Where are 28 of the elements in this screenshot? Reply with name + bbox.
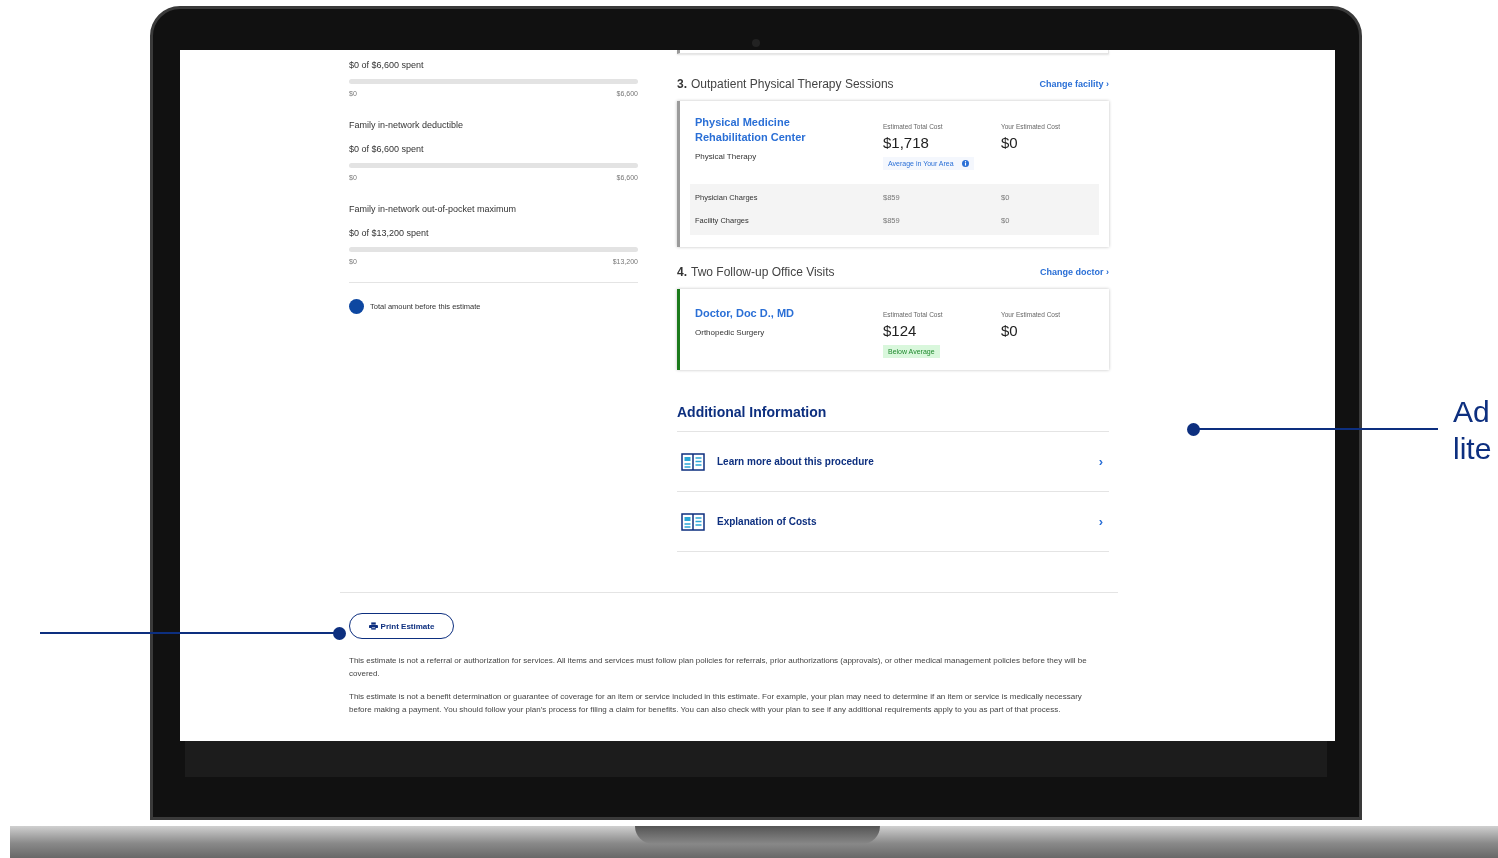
meter-label: Family in-network out-of-pocket maximum [349, 204, 517, 214]
specialty: Orthopedic Surgery [695, 328, 765, 337]
total-cost: $124 [883, 322, 917, 339]
section-title: 3. Outpatient Physical Therapy Sessions [677, 77, 894, 91]
change-link[interactable]: Change facility › [1039, 79, 1109, 89]
specialty: Physical Therapy [695, 152, 757, 161]
disclaimer-text: This estimate is not a referral or authorization for services. All items and services must follow plan policies for referrals, prior authorizations (approvals), or other medical management policies before they will be covered. [349, 655, 1088, 680]
callout-text: Ad lite [1453, 394, 1493, 467]
print-button[interactable]: Print Estimate [349, 613, 454, 639]
your-cost: $0 [1001, 322, 1018, 339]
section-heading: Additional Information [677, 404, 827, 420]
info-icon[interactable] [961, 160, 969, 167]
book-icon [681, 452, 705, 471]
info-link[interactable]: Learn more about this procedure › [677, 431, 1109, 491]
provider-name[interactable]: Physical Medicine Rehabilitation Center [695, 115, 865, 145]
printer-icon [368, 622, 378, 630]
total-cost: $1,718 [883, 134, 929, 151]
info-link[interactable]: Explanation of Costs › [677, 491, 1109, 551]
spent-amount: $0 of $6,600 spent [349, 144, 424, 154]
change-link[interactable]: Change doctor › [1040, 267, 1109, 277]
spent-amount: $0 of $13,200 spent [349, 228, 429, 238]
section-title: 4. Two Follow-up Office Visits [677, 265, 835, 279]
disclaimer-text: This estimate is not a benefit determination or guarantee of coverage for an item or service included in this estimate. For example, your plan may need to determine if an item or service is medically necessary before making a payment. You should follow your plan’s process for filing a claim for benefits. You can also check with your plan to see if any additional requirements apply to you as part of that process. [349, 691, 1083, 716]
meter-label: Family in-network deductible [349, 120, 464, 130]
spent-amount: $0 of $6,600 spent [349, 60, 424, 70]
your-cost: $0 [1001, 134, 1018, 151]
book-icon [681, 512, 705, 531]
provider-name[interactable]: Doctor, Doc D., MD [695, 306, 865, 321]
